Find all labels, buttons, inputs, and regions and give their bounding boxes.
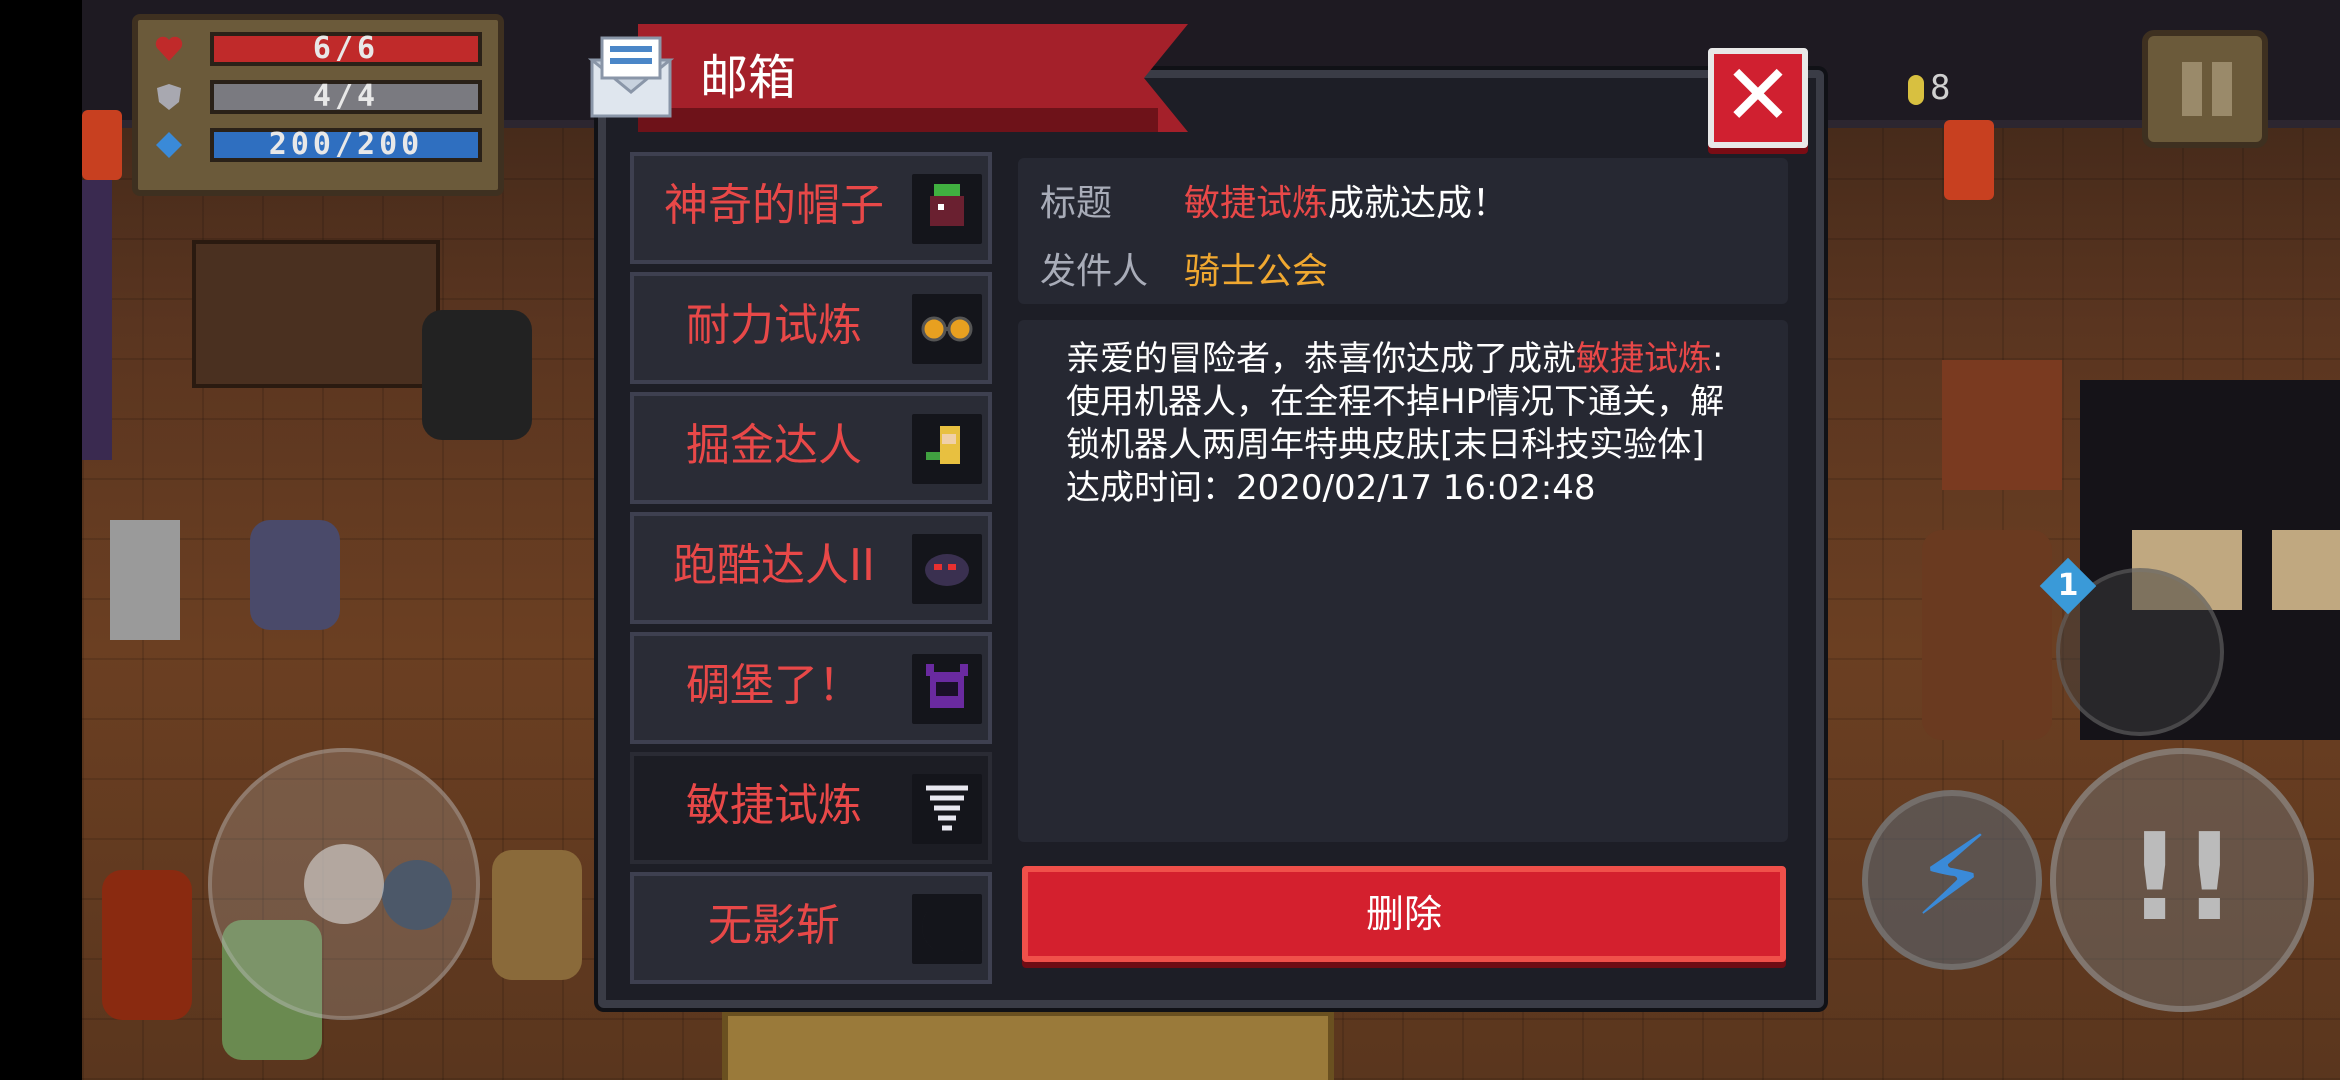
flower-pot: [102, 870, 192, 1020]
close-button[interactable]: ✕: [1708, 48, 1808, 148]
sender-label: 发件人: [1040, 251, 1149, 292]
wolf-npc: [492, 850, 582, 980]
mail-list-item[interactable]: 掘金达人: [630, 392, 992, 504]
mailbox-header-shadow: [638, 108, 1158, 132]
crescent-slash-icon: [912, 894, 982, 964]
subject-row: 标题 敏捷试炼成就达成！: [1040, 182, 1508, 226]
energy-value: 200/200: [210, 128, 482, 162]
rug: [722, 1010, 1334, 1080]
coin-count: 8: [1930, 68, 1951, 108]
attack-button[interactable]: !!: [2050, 748, 2314, 1012]
envelope-icon: [588, 36, 674, 118]
mail-item-label: 掘金达人: [686, 420, 862, 471]
close-icon: ✕: [1722, 46, 1794, 144]
mail-list-item[interactable]: 跑酷达人II: [630, 512, 992, 624]
hat-character-icon: [912, 174, 982, 244]
mail-item-label: 无影斩: [708, 900, 840, 951]
lantern-right: [1944, 120, 1994, 200]
armor-value: 4/4: [210, 80, 482, 114]
mail-body-panel: 亲爱的冒险者，恭喜你达成了成就敏捷试炼:使用机器人，在全程不掉HP情况下通关，解…: [1018, 320, 1788, 842]
body-achievement-name: 敏捷试炼: [1576, 339, 1712, 379]
horned-npc: [250, 520, 340, 630]
mail-item-label: 耐力试炼: [686, 300, 862, 351]
armor-row: 4/4: [148, 78, 488, 116]
health-value: 6/6: [210, 32, 482, 66]
mail-list-item[interactable]: 耐力试炼: [630, 272, 992, 384]
joystick-knob[interactable]: [304, 844, 384, 924]
heart-icon: [155, 36, 183, 61]
mail-list: 神奇的帽子 耐力试炼 掘金达人 跑酷达人II 碉堡了！ 敏捷试炼 无影斩: [630, 152, 992, 984]
shield-icon: [157, 84, 181, 110]
subject-text: 成就达成！: [1328, 183, 1509, 224]
coin-counter: 8: [1908, 68, 1950, 108]
pause-button[interactable]: [2142, 30, 2268, 148]
player-stats-panel: 6/6 4/4 200/200: [132, 14, 504, 196]
goggles-icon: [912, 294, 982, 364]
mailbox-title: 邮箱: [700, 50, 797, 106]
mail-item-label: 敏捷试炼: [686, 780, 862, 831]
lightning-icon: ⚡: [1913, 812, 1991, 940]
stone-statue: [110, 520, 180, 640]
sender-row: 发件人 骑士公会: [1040, 250, 1328, 294]
health-row: 6/6: [148, 30, 488, 68]
mail-item-label: 神奇的帽子: [664, 180, 884, 231]
delete-button[interactable]: 删除: [1022, 866, 1786, 962]
weapon-slot-badge: 1: [2039, 557, 2097, 615]
coin-icon: [1908, 74, 1924, 105]
energy-diamond-icon: [156, 132, 182, 158]
cabinet-right: [1942, 360, 2062, 490]
mail-body-text: 亲爱的冒险者，恭喜你达成了成就敏捷试炼:使用机器人，在全程不掉HP情况下通关，解…: [1066, 338, 1756, 510]
achieved-time: 达成时间：2020/02/17 16:02:48: [1066, 468, 1596, 508]
subject-highlight: 敏捷试炼: [1184, 183, 1329, 224]
tornado-icon: [912, 774, 982, 844]
cowboy-npc: [422, 310, 532, 440]
attack-icon: !!: [2127, 809, 2237, 948]
mail-list-item[interactable]: 神奇的帽子: [630, 152, 992, 264]
lantern-left: [82, 110, 122, 180]
mail-list-item-selected[interactable]: 敏捷试炼: [630, 752, 992, 864]
notice-board-2: [2272, 530, 2340, 610]
mail-item-label: 跑酷达人II: [673, 540, 875, 591]
body-prefix: 亲爱的冒险者，恭喜你达成了成就: [1066, 339, 1576, 379]
energy-row: 200/200: [148, 126, 488, 164]
workbench: [192, 240, 440, 388]
parkour-monster-icon: [912, 534, 982, 604]
skill-button[interactable]: ⚡: [1862, 790, 2042, 970]
sender-name: 骑士公会: [1184, 251, 1329, 292]
mail-item-label: 碉堡了！: [686, 660, 862, 711]
shopkeeper-npc: [1922, 530, 2052, 740]
mail-list-item[interactable]: 碉堡了！: [630, 632, 992, 744]
subject-label: 标题: [1040, 183, 1113, 224]
mail-header-info: 标题 敏捷试炼成就达成！ 发件人 骑士公会: [1018, 158, 1788, 304]
purple-monster-icon: [912, 654, 982, 724]
arcade-machine: [82, 180, 112, 460]
gold-digger-character-icon: [912, 414, 982, 484]
movement-joystick[interactable]: [208, 748, 480, 1020]
mail-list-item[interactable]: 无影斩: [630, 872, 992, 984]
